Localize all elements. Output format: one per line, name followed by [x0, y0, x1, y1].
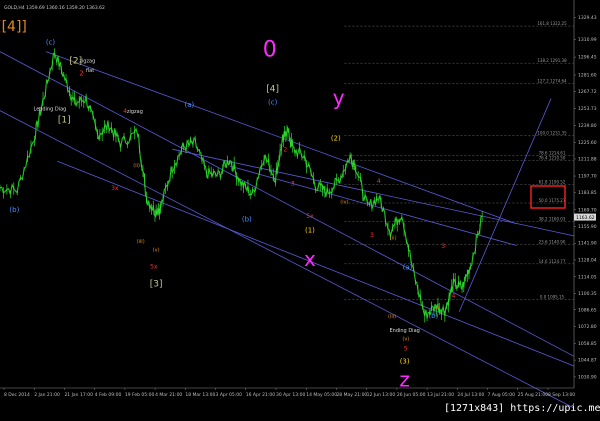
- x-tick-label-15: 24 Jul 13:00: [457, 392, 484, 398]
- wave-label-29: (a): [403, 264, 413, 272]
- watermark: [1271x843] https://upic.me/: [444, 403, 600, 414]
- wave-label-32: 3: [441, 243, 445, 250]
- x-tick-label-13: 26 Jun 05:00: [397, 392, 426, 398]
- wave-label-5: 2: [79, 70, 83, 78]
- last-price-label: 1163.62: [576, 215, 595, 221]
- x-tick-label-10: 14 May 05:00: [306, 392, 337, 398]
- fib-label-11: 0.0 1095.15: [540, 294, 565, 299]
- x-tick-label-5: 4 Mar 21:00: [155, 392, 182, 398]
- wave-label-41: (iii): [137, 239, 145, 245]
- wave-label-34: 2: [435, 304, 439, 311]
- wave-label-26: 3: [291, 180, 295, 187]
- wave-label-19: y: [333, 86, 345, 110]
- y-tick-label-9: 1197.70: [578, 174, 597, 180]
- chart-svg: 161.8 1322.25 138.2 1291.38 127.2 1274.64 1…: [0, 0, 600, 417]
- x-tick-label-9: 30 Apr 13:00: [276, 392, 305, 398]
- y-tick-label-21: 1030.90: [578, 374, 597, 380]
- wave-label-42: (ii): [133, 163, 140, 169]
- wave-label-11: 5x: [150, 263, 158, 270]
- y-tick-label-0: 1329.43: [578, 15, 597, 21]
- fib-label-9: 23.6 1140.90: [539, 239, 566, 244]
- y-tick-label-19: 1058.85: [578, 341, 597, 347]
- wave-label-16: 0: [263, 37, 277, 62]
- fib-label-10: 14.6 1124.77: [539, 259, 566, 264]
- wave-label-6: Leading Diag: [34, 107, 67, 113]
- wave-label-43: (iv): [340, 199, 348, 205]
- wave-label-22: 5x: [306, 213, 314, 220]
- y-tick-label-16: 1100.35: [578, 291, 597, 297]
- wave-label-3: zigzag: [79, 58, 95, 64]
- wave-label-30: Ending Diag: [390, 328, 420, 334]
- wave-label-15: (b): [9, 206, 19, 214]
- y-tick-label-15: 1114.05: [578, 274, 597, 280]
- fib-label-3: 100.0 1231.35: [537, 130, 567, 135]
- y-tick-label-8: 1211.88: [578, 156, 597, 162]
- wave-label-40: (v): [153, 248, 160, 254]
- wave-label-13: (a): [185, 101, 195, 109]
- y-tick-label-10: 1183.85: [578, 190, 597, 196]
- wave-label-20: (2): [331, 135, 341, 143]
- y-tick-label-1: 1310.99: [578, 37, 597, 43]
- wave-label-37: 5: [404, 345, 408, 352]
- y-tick-label-13: 1141.90: [578, 241, 597, 247]
- chart: 161.8 1322.25 138.2 1291.38 127.2 1274.64 1…: [0, 0, 600, 417]
- wave-label-1: (c): [46, 38, 56, 46]
- y-tick-label-11: 1169.70: [578, 207, 597, 213]
- x-tick-label-18: 8 Sep 13:00: [548, 392, 575, 398]
- wave-label-28: 3: [370, 232, 374, 239]
- fib-label-8: 38.2 1160.03: [539, 216, 566, 221]
- x-tick-label-11: 28 May 21:00: [336, 392, 367, 398]
- wave-label-39: (iii): [388, 314, 396, 320]
- x-tick-label-6: 18 Mar 13:00: [185, 392, 215, 398]
- x-tick-label-14: 13 Jul 21:00: [427, 392, 454, 398]
- x-tick-label-3: 4 Feb 09:00: [95, 392, 122, 398]
- fib-label-6: 61.8 1190.52: [539, 180, 566, 185]
- x-tick-label-8: 16 Apr 21:00: [246, 392, 275, 398]
- wave-label-25: 2: [352, 165, 356, 172]
- wave-label-21: 2: [283, 147, 287, 154]
- x-tick-label-1: 2 Jan 21:00: [34, 392, 60, 398]
- y-tick-label-18: 1072.80: [578, 324, 597, 330]
- x-tick-label-16: 7 Aug 05:00: [488, 392, 516, 398]
- x-tick-label-2: 21 Jan 17:00: [64, 392, 93, 398]
- y-tick-label-2: 1296.45: [578, 55, 597, 61]
- x-tick-label-12: 12 Jun 13:00: [367, 392, 396, 398]
- wave-label-17: [4]: [266, 84, 279, 94]
- wave-label-35: (3): [400, 358, 410, 366]
- x-tick-label-4: 19 Feb 05:00: [125, 392, 155, 398]
- y-tick-label-4: 1267.72: [578, 89, 597, 95]
- fib-label-5: 76.4 1210.50: [539, 156, 566, 161]
- wave-label-14: (b): [242, 215, 252, 223]
- x-tick-label-0: 8 Dec 2014: [4, 392, 30, 398]
- fib-label-0: 161.8 1322.25: [537, 21, 567, 26]
- wave-label-10: 3x: [111, 185, 119, 192]
- wave-label-33: 4: [452, 292, 456, 299]
- x-tick-label-17: 25 Aug 21:00: [518, 392, 548, 398]
- fib-label-7: 50.0 1175.27: [539, 198, 566, 203]
- wave-label-12: [3]: [150, 279, 163, 289]
- y-tick-label-14: 1128.04: [578, 257, 597, 263]
- y-tick-label-12: 1155.90: [578, 224, 597, 230]
- wave-label-9: zigzag: [127, 109, 143, 115]
- x-tick-label-7: 3 Apr 05:00: [216, 392, 243, 398]
- wave-label-27: 4: [377, 178, 381, 185]
- wave-label-24: x: [304, 247, 316, 271]
- y-tick-label-7: 1225.60: [578, 140, 597, 146]
- wave-label-18: (c): [268, 99, 278, 107]
- y-tick-label-17: 1086.65: [578, 307, 597, 313]
- wave-label-4: flat: [86, 68, 94, 74]
- fib-label-2: 127.2 1274.64: [537, 78, 567, 83]
- y-tick-label-3: 1281.60: [578, 72, 597, 78]
- wave-label-7: [1]: [58, 116, 71, 126]
- fib-label-1: 138.2 1291.38: [537, 58, 567, 63]
- chart-header: GOLD,H4 1359.69 1360.16 1359.20 1363.62: [4, 5, 105, 11]
- wave-label-38: (v): [402, 337, 409, 343]
- wave-label-0: [[4]]: [0, 19, 27, 35]
- wave-label-23: (1): [305, 226, 315, 234]
- wave-label-44: (ii): [390, 236, 397, 242]
- y-tick-label-20: 1044.87: [578, 358, 597, 364]
- wave-label-31: (b): [428, 312, 438, 320]
- y-tick-label-5: 1253.73: [578, 106, 597, 112]
- y-tick-label-6: 1239.80: [578, 123, 597, 129]
